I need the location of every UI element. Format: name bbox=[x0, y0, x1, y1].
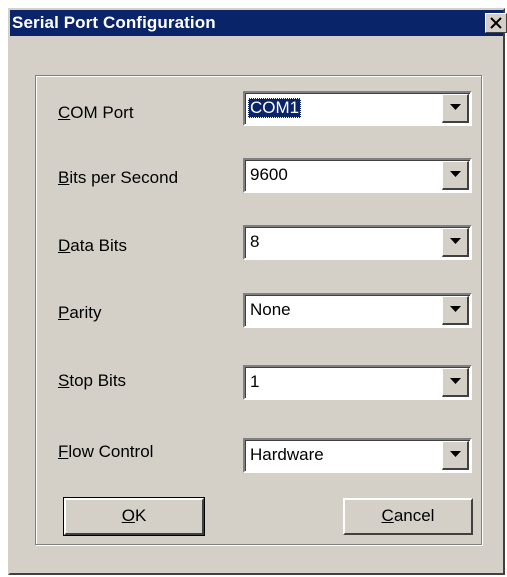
data-bits-label: Data Bits bbox=[58, 236, 127, 256]
com-port-label: COM Port bbox=[58, 103, 134, 123]
cancel-button-rest: ancel bbox=[393, 506, 435, 525]
parity-value: None bbox=[250, 300, 291, 319]
flow-control-label-accel: F bbox=[58, 442, 69, 461]
bits-per-second-dropdown-button[interactable] bbox=[442, 161, 469, 190]
dialog-title: Serial Port Configuration bbox=[12, 13, 216, 32]
ok-button-rest: K bbox=[134, 506, 147, 525]
data-bits-dropdown-button[interactable] bbox=[442, 228, 469, 257]
stop-bits-value: 1 bbox=[250, 372, 260, 391]
data-bits-value: 8 bbox=[250, 232, 260, 251]
flow-control-label: Flow Control bbox=[58, 442, 153, 462]
parity-dropdown-button[interactable] bbox=[442, 296, 469, 325]
parity-select[interactable]: None bbox=[243, 293, 472, 328]
flow-control-select[interactable]: Hardware bbox=[243, 438, 472, 473]
bits-per-second-label-accel: B bbox=[58, 168, 70, 187]
stop-bits-select[interactable]: 1 bbox=[243, 365, 472, 400]
parity-label-accel: P bbox=[58, 303, 70, 322]
flow-control-label-rest: low Control bbox=[68, 442, 154, 461]
stop-bits-dropdown-button[interactable] bbox=[442, 368, 469, 397]
chevron-down-icon bbox=[450, 378, 461, 384]
com-port-label-accel: C bbox=[58, 103, 71, 122]
bits-per-second-label: Bits per Second bbox=[58, 168, 178, 188]
flow-control-dropdown-button[interactable] bbox=[442, 441, 469, 470]
bits-per-second-select[interactable]: 9600 bbox=[243, 158, 472, 193]
data-bits-label-accel: D bbox=[58, 236, 71, 255]
cancel-button[interactable]: Cancel bbox=[343, 498, 473, 535]
ok-button-accel: O bbox=[121, 506, 135, 525]
chevron-down-icon bbox=[450, 451, 461, 457]
chevron-down-icon bbox=[450, 238, 461, 244]
stop-bits-label: Stop Bits bbox=[58, 371, 126, 391]
com-port-dropdown-button[interactable] bbox=[442, 94, 469, 123]
bits-per-second-value: 9600 bbox=[250, 165, 288, 184]
com-port-select[interactable]: COM1 bbox=[243, 91, 472, 126]
parity-label-rest: arity bbox=[69, 303, 102, 322]
bits-per-second-label-rest: its per Second bbox=[69, 168, 179, 187]
flow-control-value: Hardware bbox=[250, 445, 324, 464]
close-button[interactable] bbox=[485, 13, 507, 33]
ok-button[interactable]: OK bbox=[63, 497, 205, 536]
parity-label: Parity bbox=[58, 303, 101, 323]
cancel-button-accel: C bbox=[381, 506, 394, 525]
close-icon bbox=[490, 17, 502, 29]
data-bits-select[interactable]: 8 bbox=[243, 225, 472, 260]
stop-bits-label-accel: S bbox=[58, 371, 70, 390]
data-bits-label-rest: ata Bits bbox=[70, 236, 127, 255]
serial-port-config-dialog: Serial Port Configuration COM Port COM1 … bbox=[8, 8, 507, 575]
chevron-down-icon bbox=[450, 104, 461, 110]
title-bar: Serial Port Configuration bbox=[10, 10, 507, 36]
chevron-down-icon bbox=[450, 306, 461, 312]
com-port-label-rest: OM Port bbox=[70, 103, 134, 122]
chevron-down-icon bbox=[450, 171, 461, 177]
stop-bits-label-rest: top Bits bbox=[69, 371, 127, 390]
com-port-value: COM1 bbox=[248, 98, 302, 118]
